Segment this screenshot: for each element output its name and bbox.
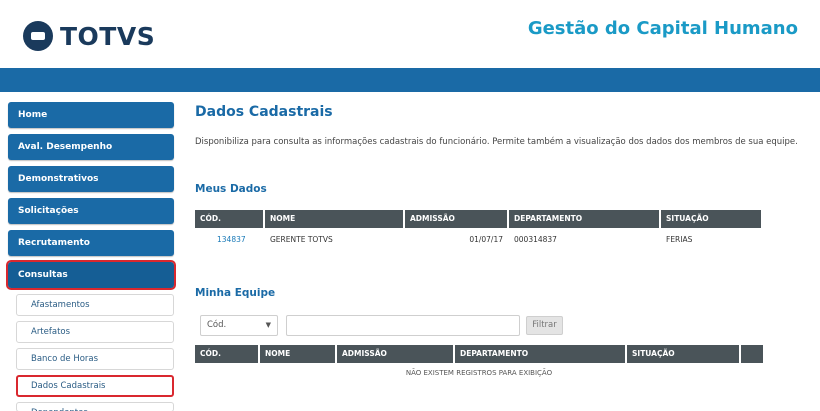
app-title: Gestão do Capital Humano xyxy=(527,18,798,39)
cell-admissao: 01/07/17 xyxy=(469,235,503,244)
caret-down-icon: ▼ xyxy=(265,321,271,329)
submenu-item-banco-de-horas[interactable]: Banco de Horas xyxy=(16,348,174,370)
column-header-extra xyxy=(741,345,763,363)
section-title-meus-dados: Meus Dados xyxy=(195,183,267,195)
totvs-logo-icon xyxy=(22,20,54,52)
column-header-cod[interactable]: CÓD. xyxy=(195,345,258,363)
column-header-situacao[interactable]: SITUAÇÃO xyxy=(661,210,761,228)
menu-item-aval-desempenho[interactable]: Aval. Desempenho xyxy=(8,134,174,160)
filter-value-input[interactable] xyxy=(286,315,520,336)
minha-equipe-table-header: CÓD. NOME ADMISSÃO DEPARTAMENTO SITUAÇÃO xyxy=(195,345,763,363)
brand-name: TOTVS xyxy=(60,21,156,51)
submenu-item-artefatos[interactable]: Artefatos xyxy=(16,321,174,343)
column-header-nome[interactable]: NOME xyxy=(265,210,403,228)
app-header: TOTVS Gestão do Capital Humano xyxy=(0,0,820,68)
sidebar-menu: Home Aval. Desempenho Demonstrativos Sol… xyxy=(6,102,176,411)
column-header-departamento[interactable]: DEPARTAMENTO xyxy=(509,210,659,228)
meus-dados-table-header: CÓD. NOME ADMISSÃO DEPARTAMENTO SITUAÇÃO xyxy=(195,210,763,228)
column-header-situacao[interactable]: SITUAÇÃO xyxy=(627,345,739,363)
menu-item-solicitacoes[interactable]: Solicitações xyxy=(8,198,174,224)
section-title-minha-equipe: Minha Equipe xyxy=(195,287,276,299)
cell-nome: GERENTE TOTVS xyxy=(270,235,333,244)
top-nav-bar xyxy=(0,68,820,92)
column-header-departamento[interactable]: DEPARTAMENTO xyxy=(455,345,625,363)
menu-item-demonstrativos[interactable]: Demonstrativos xyxy=(8,166,174,192)
column-header-admissao[interactable]: ADMISSÃO xyxy=(405,210,507,228)
menu-item-recrutamento[interactable]: Recrutamento xyxy=(8,230,174,256)
column-header-cod[interactable]: CÓD. xyxy=(195,210,263,228)
menu-item-home[interactable]: Home xyxy=(8,102,174,128)
submenu-item-afastamentos[interactable]: Afastamentos xyxy=(16,294,174,316)
filter-field-select[interactable]: Cód. ▼ xyxy=(200,315,278,336)
page-title: Dados Cadastrais xyxy=(195,104,333,120)
column-header-admissao[interactable]: ADMISSÃO xyxy=(337,345,453,363)
menu-item-consultas[interactable]: Consultas xyxy=(6,260,176,290)
empty-table-message: NÃO EXISTEM REGISTROS PARA EXIBIÇÃO xyxy=(405,369,553,377)
brand-logo[interactable]: TOTVS xyxy=(22,20,155,52)
page-description: Disponibiliza para consulta as informaçõ… xyxy=(195,137,798,147)
cell-departamento: 000314837 xyxy=(514,235,557,244)
filter-button[interactable]: Filtrar xyxy=(526,316,563,335)
cell-cod[interactable]: 134837 xyxy=(195,231,263,249)
submenu-item-dependentes[interactable]: Dependentes xyxy=(16,402,174,411)
cell-situacao: FERIAS xyxy=(666,235,693,244)
filter-field-value: Cód. xyxy=(207,320,227,330)
table-row: 134837 GERENTE TOTVS 01/07/17 000314837 … xyxy=(195,231,763,249)
column-header-nome[interactable]: NOME xyxy=(260,345,335,363)
submenu-item-dados-cadastrais[interactable]: Dados Cadastrais xyxy=(16,375,174,397)
main-content: Dados Cadastrais Disponibiliza para cons… xyxy=(195,104,798,377)
